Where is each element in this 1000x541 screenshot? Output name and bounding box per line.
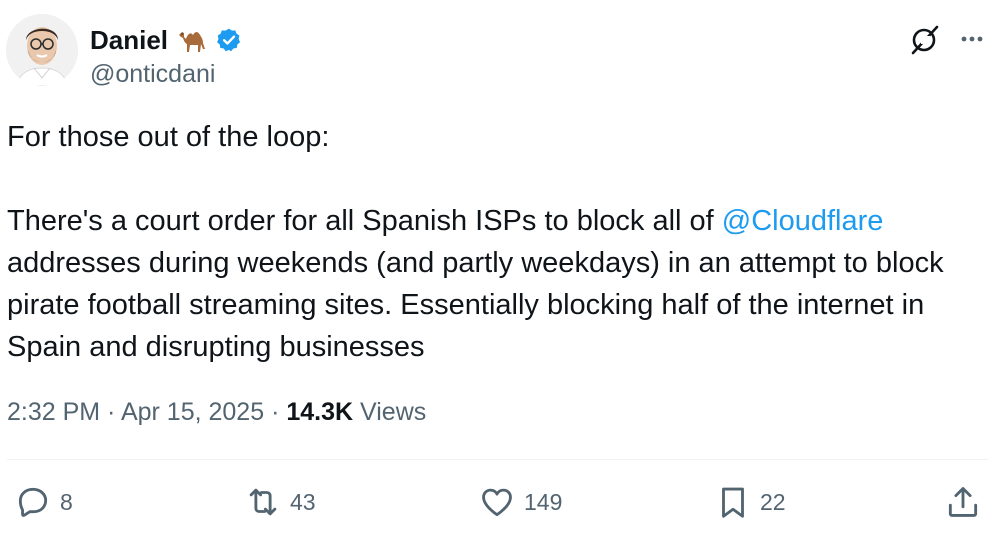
repost-icon [249, 488, 277, 516]
tweet-date[interactable]: Apr 15, 2025 [121, 398, 264, 426]
tweet-text: For those out of the loop: There's a cou… [7, 116, 997, 368]
mention-link[interactable]: @Cloudflare [722, 205, 884, 237]
like-count: 149 [524, 488, 563, 515]
author-handle[interactable]: @onticdani [90, 58, 215, 90]
bookmark-count: 22 [760, 488, 786, 515]
verified-badge-icon[interactable] [216, 27, 242, 53]
tweet-body: There's a court order for all Spanish IS… [7, 200, 997, 368]
avatar-photo [6, 14, 78, 86]
tweet-meta: 2:32 PM · Apr 15, 2025 · 14.3K Views [7, 394, 426, 430]
views-count: 14.3K [286, 398, 354, 426]
divider [7, 459, 988, 460]
like-button[interactable]: 149 [478, 478, 562, 526]
views-label: Views [360, 398, 427, 426]
reply-icon [18, 487, 48, 517]
share-button[interactable] [944, 478, 982, 526]
reply-count: 8 [60, 488, 73, 515]
bookmark-button[interactable]: 22 [714, 478, 786, 526]
meta-separator: · [100, 398, 121, 426]
avatar[interactable] [6, 14, 78, 86]
meta-separator: · [264, 398, 287, 426]
heart-icon [482, 488, 512, 517]
bookmark-icon [722, 487, 744, 518]
grok-icon[interactable] [908, 22, 942, 56]
tweet-body-end: addresses during weekends (and partly we… [7, 247, 944, 363]
repost-button[interactable]: 43 [244, 478, 316, 526]
more-options-icon[interactable] [955, 24, 989, 54]
reply-button[interactable]: 8 [14, 478, 73, 526]
camel-icon [176, 26, 208, 54]
tweet-intro-line: For those out of the loop: [7, 121, 330, 153]
repost-count: 43 [290, 488, 316, 515]
tweet-time[interactable]: 2:32 PM [7, 398, 100, 426]
author-name-row: Daniel [90, 24, 242, 56]
tweet-body-start: There's a court order for all Spanish IS… [7, 205, 722, 237]
author-display-name[interactable]: Daniel [90, 24, 168, 56]
action-bar: 8 43 149 22 [0, 478, 1000, 526]
share-icon [948, 487, 978, 517]
